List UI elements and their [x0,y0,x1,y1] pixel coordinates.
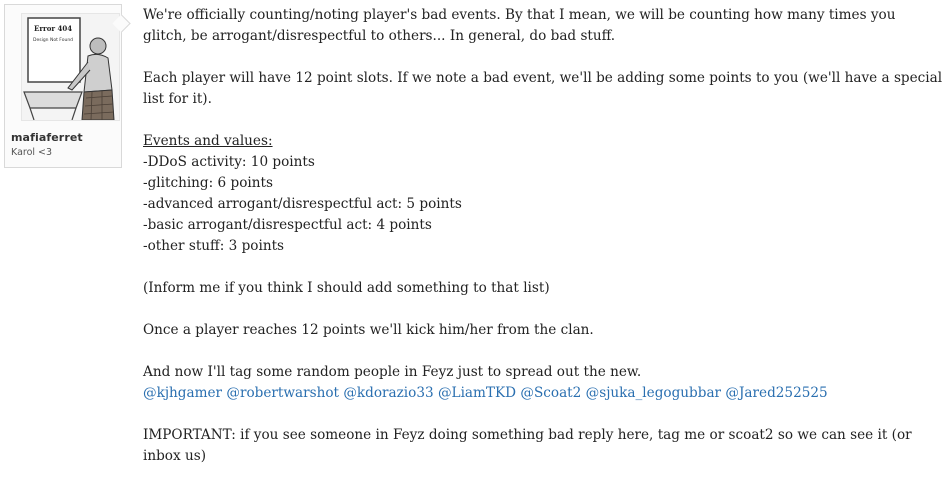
event-item: -glitching: 6 points [143,175,273,191]
post-paragraph: IMPORTANT: if you see someone in Feyz do… [143,427,912,464]
avatar-image: Error 404 Design Not Found [22,14,119,120]
user-mention-link[interactable]: @kjhgamer [143,385,222,401]
author-user-title: Karol <3 [11,147,53,158]
author-card: Error 404 Design Not Found mafiaferret K… [4,4,122,168]
post-paragraph: Each player will have 12 point slots. If… [143,70,943,107]
events-heading: Events and values: [143,133,273,149]
event-item: -basic arrogant/disrespectful act: 4 poi… [143,217,432,233]
event-item: -DDoS activity: 10 points [143,154,315,170]
post-paragraph: (Inform me if you think I should add som… [143,280,550,296]
post-body: We're officially counting/noting player'… [143,5,943,488]
avatar-text-1: Error 404 [34,24,72,33]
avatar-text-2: Design Not Found [33,37,73,43]
user-mention-link[interactable]: @Jared252525 [725,385,827,401]
user-mention-link[interactable]: @Scoat2 [520,385,581,401]
post-paragraph: We're officially counting/noting player'… [143,7,896,44]
event-item: -other stuff: 3 points [143,238,285,254]
user-mention-link[interactable]: @sjuka_legogubbar [586,385,721,401]
avatar[interactable]: Error 404 Design Not Found [21,13,120,121]
user-mention-link[interactable]: @robertwarshot [226,385,339,401]
mentions-line: @kjhgamer @robertwarshot @kdorazio33 @Li… [143,383,943,404]
event-item: -advanced arrogant/disrespectful act: 5 … [143,196,462,212]
events-list: Events and values: -DDoS activity: 10 po… [143,131,943,257]
user-mention-link[interactable]: @kdorazio33 [343,385,433,401]
author-username[interactable]: mafiaferret [11,131,83,144]
post-paragraph-text: And now I'll tag some random people in F… [143,364,642,380]
mentions-paragraph: And now I'll tag some random people in F… [143,362,943,404]
post-paragraph: Once a player reaches 12 points we'll ki… [143,322,594,338]
user-mention-link[interactable]: @LiamTKD [438,385,516,401]
